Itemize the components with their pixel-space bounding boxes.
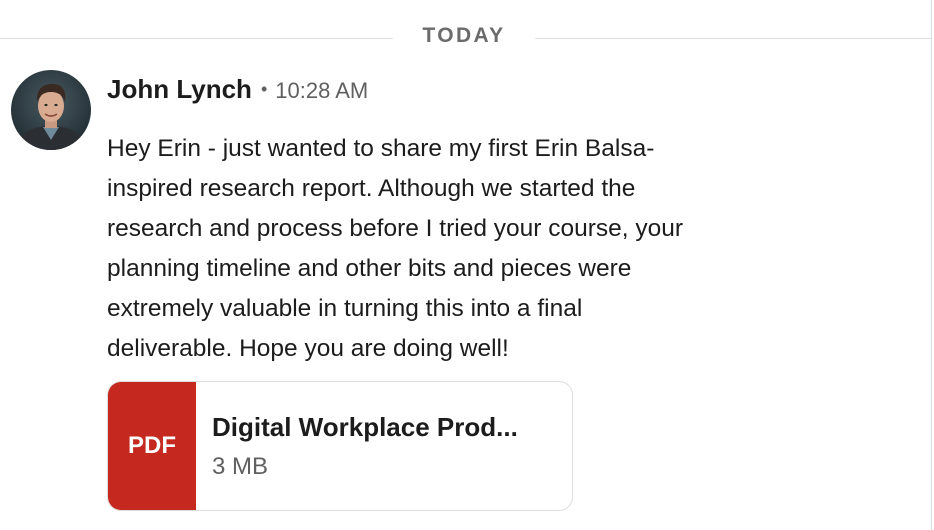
divider-line (535, 38, 931, 39)
pane-border (931, 0, 932, 530)
file-attachment-card[interactable]: PDF Digital Workplace Prod... 3 MB (107, 381, 573, 511)
pdf-file-icon: PDF (108, 382, 196, 510)
message-body: Hey Erin - just wanted to share my first… (107, 129, 827, 369)
avatar[interactable] (11, 70, 91, 150)
header-separator: • (260, 79, 268, 99)
day-divider-label[interactable]: TODAY (393, 24, 535, 48)
message-text-line: inspired research report. Although we st… (107, 175, 636, 202)
divider-line (0, 38, 393, 39)
message-text-line: research and process before I tried your… (107, 215, 684, 242)
message-timestamp[interactable]: 10:28 AM (275, 78, 368, 103)
message-text-line: Hey Erin - just wanted to share my first… (107, 135, 655, 162)
file-name[interactable]: Digital Workplace Prod... (212, 412, 557, 443)
file-type-label: PDF (128, 432, 176, 459)
file-size: 3 MB (212, 453, 269, 480)
day-divider: TODAY (0, 22, 931, 54)
message-pane: TODAY John Lynch • 10:28 AM Hey Erin - j… (0, 0, 934, 530)
message-header: John Lynch • 10:28 AM (107, 74, 368, 108)
user-avatar-icon (11, 70, 91, 150)
message-text-line: deliverable. Hope you are doing well! (107, 335, 509, 362)
message-text-line: planning timeline and other bits and pie… (107, 255, 632, 282)
message-text-line: extremely valuable in turning this into … (107, 295, 583, 322)
author-name[interactable]: John Lynch (107, 74, 252, 104)
